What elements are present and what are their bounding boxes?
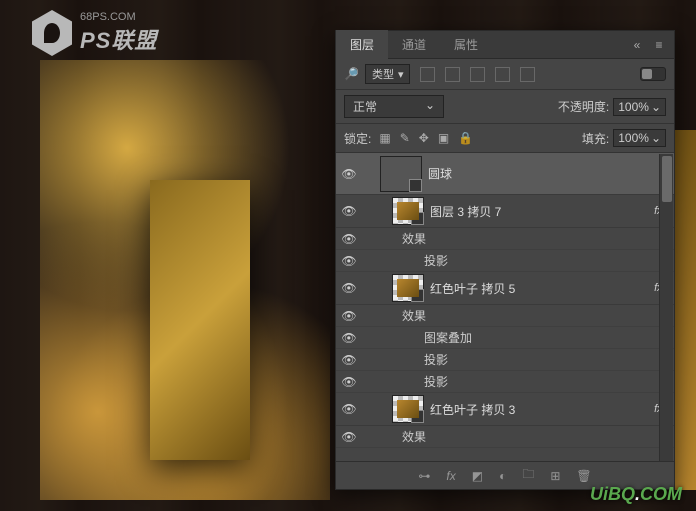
layer-thumbnail[interactable]: [380, 156, 422, 192]
chevron-down-icon: ⌄: [425, 98, 435, 115]
filter-row: 🔎 类型 ▾: [336, 59, 674, 90]
tab-properties[interactable]: 属性: [440, 30, 492, 59]
visibility-toggle[interactable]: 👁: [336, 402, 362, 416]
effect-row[interactable]: 👁 效果: [336, 426, 674, 448]
layer-thumbnail[interactable]: [392, 395, 424, 423]
layer-name[interactable]: 红色叶子 拷贝 3: [430, 401, 654, 418]
lock-all-icon[interactable]: 🔒: [458, 131, 473, 145]
logo-url: 68PS.COM: [80, 11, 157, 23]
opacity-label: 不透明度:: [558, 98, 609, 115]
filter-type-icon[interactable]: [470, 67, 485, 82]
fill-value: 100%: [618, 131, 649, 145]
lock-label: 锁定:: [344, 130, 371, 147]
layer-row-redleaf5[interactable]: 👁 红色叶子 拷贝 5 fx ˆ: [336, 272, 674, 305]
filter-smart-icon[interactable]: [520, 67, 535, 82]
logo-brand: PS联盟: [80, 23, 157, 55]
effect-row[interactable]: 👁 投影: [336, 250, 674, 272]
effect-label: 投影: [424, 254, 448, 268]
tab-layers[interactable]: 图层: [336, 30, 388, 59]
layer-name[interactable]: 红色叶子 拷贝 5: [430, 280, 654, 297]
fill-input[interactable]: 100% ⌄: [613, 129, 666, 147]
effect-label: 投影: [424, 353, 448, 367]
effect-label: 效果: [402, 309, 426, 323]
effect-row[interactable]: 👁 效果: [336, 305, 674, 327]
new-group-icon[interactable]: 🗀: [522, 465, 534, 486]
watermark: UiBQ.COM: [590, 484, 682, 505]
visibility-toggle[interactable]: 👁: [336, 281, 362, 295]
scrollbar-thumb[interactable]: [662, 156, 672, 202]
visibility-toggle[interactable]: 👁: [336, 331, 362, 345]
layer-thumbnail[interactable]: [392, 274, 424, 302]
watermark-suffix: COM: [640, 484, 682, 504]
effect-row[interactable]: 👁 图案叠加: [336, 327, 674, 349]
gold-decoration-left: [40, 60, 330, 500]
effect-row[interactable]: 👁 效果: [336, 228, 674, 250]
visibility-toggle[interactable]: 👁: [336, 375, 362, 389]
blend-row: 正常 ⌄ 不透明度: 100% ⌄: [336, 90, 674, 124]
fill-label: 填充:: [582, 130, 609, 147]
tab-channels[interactable]: 通道: [388, 30, 440, 59]
visibility-toggle[interactable]: 👁: [336, 204, 362, 218]
adjustment-layer-icon[interactable]: ◐: [499, 469, 506, 483]
chevron-down-icon: ⌄: [651, 100, 661, 114]
layer-name[interactable]: 圆球: [428, 165, 452, 182]
filter-pixel-icon[interactable]: [420, 67, 435, 82]
delete-layer-icon[interactable]: 🗑: [576, 469, 591, 483]
layers-panel: 图层 通道 属性 « ≡ 🔎 类型 ▾ 正常 ⌄ 不透明度:: [335, 30, 675, 490]
add-mask-icon[interactable]: ◩: [472, 469, 483, 483]
layers-list: 👁 圆球 👁 图层 3 拷贝 7 fx ˆ 👁 效果 👁 投影: [336, 153, 674, 461]
opacity-input[interactable]: 100% ⌄: [613, 98, 666, 116]
visibility-toggle[interactable]: 👁: [336, 254, 362, 268]
layer-row-sphere[interactable]: 👁 圆球: [336, 153, 674, 195]
visibility-toggle[interactable]: 👁: [336, 309, 362, 323]
layer-name[interactable]: 图层 3 拷贝 7: [430, 203, 654, 220]
chevron-down-icon: ▾: [398, 68, 404, 81]
lock-row: 锁定: ▦ ✎ ✥ ▣ 🔒 填充: 100% ⌄: [336, 124, 674, 153]
filter-kind-label: 类型: [372, 66, 394, 82]
lock-artboard-icon[interactable]: ▣: [438, 131, 449, 145]
layer-fx-icon[interactable]: fx: [446, 469, 455, 483]
panel-tabs: 图层 通道 属性: [336, 30, 622, 59]
scrollbar[interactable]: [659, 154, 673, 461]
logo-hexagon-icon: [32, 10, 72, 56]
blend-mode-select[interactable]: 正常 ⌄: [344, 95, 444, 118]
effect-row[interactable]: 👁 投影: [336, 371, 674, 393]
new-layer-icon[interactable]: ⊞: [550, 469, 560, 483]
link-layers-icon[interactable]: ⊶: [418, 469, 430, 483]
site-logo: 68PS.COM PS联盟: [32, 10, 157, 56]
layer-row-layer3copy7[interactable]: 👁 图层 3 拷贝 7 fx ˆ: [336, 195, 674, 228]
effect-label: 投影: [424, 375, 448, 389]
panel-header: 图层 通道 属性 « ≡: [336, 31, 674, 59]
blend-mode-value: 正常: [353, 98, 377, 115]
visibility-toggle[interactable]: 👁: [336, 353, 362, 367]
effect-label: 图案叠加: [424, 331, 472, 345]
effect-label: 效果: [402, 232, 426, 246]
opacity-value: 100%: [618, 100, 649, 114]
panel-menu-icon[interactable]: ≡: [652, 38, 666, 52]
filter-type-icons: [420, 67, 535, 82]
filter-toggle[interactable]: [640, 67, 666, 81]
effect-row[interactable]: 👁 投影: [336, 349, 674, 371]
lock-position-icon[interactable]: ✥: [419, 131, 429, 145]
layer-row-redleaf3[interactable]: 👁 红色叶子 拷贝 3 fx ˆ: [336, 393, 674, 426]
visibility-toggle[interactable]: 👁: [336, 430, 362, 444]
effect-label: 效果: [402, 430, 426, 444]
filter-adjust-icon[interactable]: [445, 67, 460, 82]
lock-transparency-icon[interactable]: ▦: [379, 131, 390, 145]
visibility-toggle[interactable]: 👁: [336, 232, 362, 246]
layer-thumbnail[interactable]: [392, 197, 424, 225]
filter-kind-select[interactable]: 类型 ▾: [365, 64, 411, 84]
search-icon[interactable]: 🔎: [344, 67, 359, 81]
collapse-icon[interactable]: «: [630, 38, 644, 52]
lock-brush-icon[interactable]: ✎: [400, 131, 410, 145]
visibility-toggle[interactable]: 👁: [336, 167, 362, 181]
watermark-text: UiBQ: [590, 484, 635, 504]
chevron-down-icon: ⌄: [651, 131, 661, 145]
filter-shape-icon[interactable]: [495, 67, 510, 82]
